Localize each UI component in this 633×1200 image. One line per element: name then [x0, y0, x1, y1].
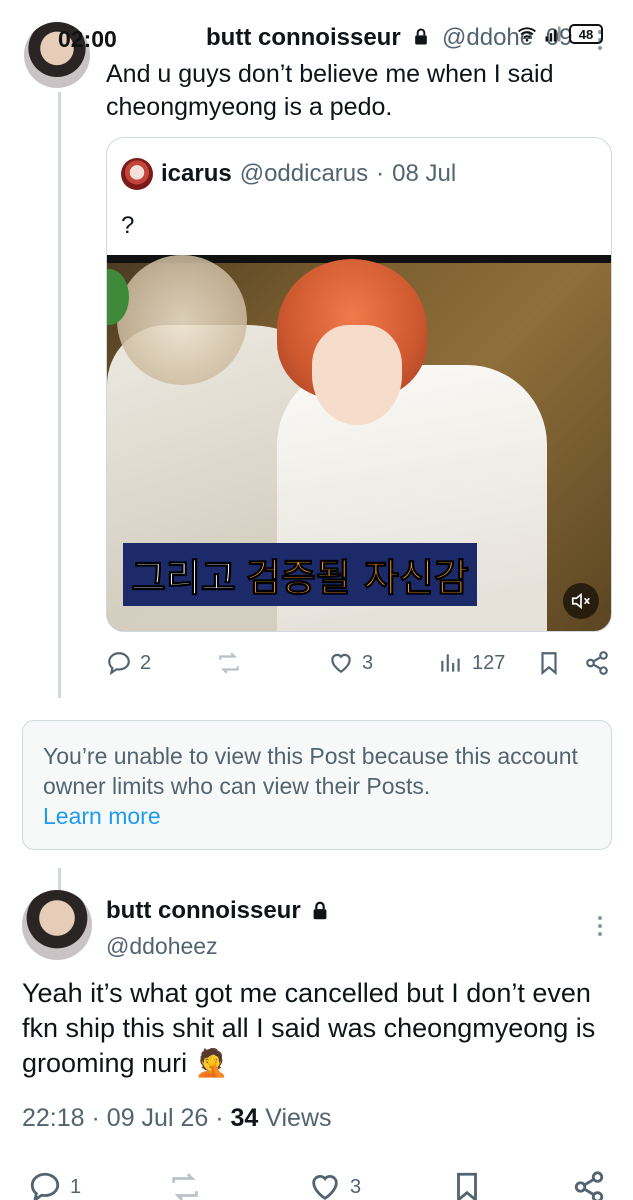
quote-header: icarus @oddicarus · 08 Jul — [121, 158, 456, 190]
thread-line-top — [58, 92, 61, 698]
post2-share-button[interactable] — [572, 1170, 606, 1200]
post2-reply-button[interactable]: 1 — [28, 1170, 81, 1200]
reply-button[interactable]: 2 — [106, 650, 151, 676]
post1-more-icon[interactable] — [597, 30, 603, 50]
post1-handle[interactable]: @ddohe — [442, 24, 533, 51]
bookmark-icon — [457, 1172, 477, 1200]
views-count: 127 — [472, 651, 506, 674]
post2-date[interactable]: 09 Jul 26 — [107, 1104, 208, 1132]
lock-icon — [313, 901, 327, 920]
video-figure-right-face — [312, 325, 402, 425]
share-button[interactable] — [584, 650, 610, 676]
post1-actions: 2 3 127 — [0, 650, 633, 680]
caption-white-text: 그리고 — [123, 543, 244, 606]
post2-meta: 22:18 · 09 Jul 26 · 34 Views — [22, 1104, 332, 1132]
quoted-post-card[interactable]: icarus @oddicarus · 08 Jul ? 그리고 검증될 자신감 — [106, 137, 612, 632]
post2-bookmark-button[interactable] — [450, 1170, 484, 1200]
like-button[interactable]: 3 — [328, 650, 373, 676]
lock-icon — [415, 28, 428, 45]
quote-video[interactable]: 그리고 검증될 자신감 — [107, 255, 611, 631]
views-icon — [441, 654, 460, 672]
mute-button[interactable] — [563, 583, 599, 619]
unavailable-message: You’re unable to view this Post because … — [43, 743, 578, 799]
post2-time[interactable]: 22:18 — [22, 1104, 85, 1132]
post1-header: butt connoisseur @ddohe 09 Jul — [106, 22, 576, 54]
post2-like-button[interactable]: 3 — [308, 1170, 361, 1200]
thread-line-bottom — [58, 868, 61, 890]
bookmark-icon — [541, 652, 557, 676]
learn-more-link[interactable]: Learn more — [43, 801, 591, 831]
quote-date: 08 Jul — [392, 160, 457, 187]
post2-author-name[interactable]: butt connoisseur — [106, 897, 301, 925]
post1-date: 09 Jul — [545, 24, 576, 51]
post2-author: butt connoisseur — [106, 897, 331, 925]
heart-icon — [331, 653, 351, 673]
reply-count: 2 — [140, 651, 152, 674]
share-icon — [574, 1171, 604, 1200]
video-figure-left-head — [117, 255, 247, 385]
post2-actions: 1 3 — [0, 1170, 633, 1200]
heart-icon — [312, 1175, 338, 1200]
caption-orange-text: 검증될 자신감 — [243, 543, 477, 606]
quote-avatar[interactable] — [121, 158, 153, 190]
post2-text: Yeah it’s what got me cancelled but I do… — [22, 978, 596, 1078]
post2-avatar[interactable] — [22, 890, 92, 960]
share-icon — [586, 651, 608, 675]
reply-icon — [108, 652, 130, 676]
video-caption: 그리고 검증될 자신감 — [123, 543, 477, 606]
post2-reply-count: 1 — [70, 1175, 82, 1198]
post1-author-name[interactable]: butt connoisseur — [206, 24, 401, 51]
bookmark-button[interactable] — [536, 650, 562, 676]
post2-repost-button[interactable] — [168, 1170, 202, 1200]
post1-avatar[interactable] — [24, 22, 90, 88]
repost-icon — [172, 1173, 198, 1200]
post2-like-count: 3 — [350, 1175, 362, 1198]
like-count: 3 — [362, 651, 374, 674]
repost-icon — [219, 652, 239, 674]
post2-more-icon[interactable] — [597, 916, 603, 936]
quote-handle[interactable]: @oddicarus — [240, 160, 368, 188]
post2-handle[interactable]: @ddoheez — [106, 933, 218, 960]
post2-views-label: Views — [265, 1104, 332, 1132]
post1-text: And u guys don’t believe me when I said … — [106, 60, 554, 121]
views-button[interactable]: 127 — [438, 650, 505, 676]
quote-text: ? — [121, 212, 135, 239]
quote-author-name[interactable]: icarus — [161, 160, 232, 188]
speaker-muted-icon — [571, 592, 590, 610]
unavailable-post-notice: You’re unable to view this Post because … — [22, 720, 612, 850]
repost-button[interactable] — [216, 650, 242, 676]
post2-views-count: 34 — [230, 1104, 259, 1132]
reply-icon — [30, 1172, 60, 1200]
